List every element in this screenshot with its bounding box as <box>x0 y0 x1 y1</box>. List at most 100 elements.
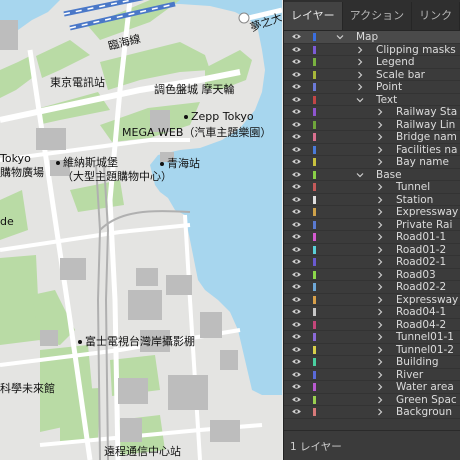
chevron-down-icon[interactable] <box>356 171 364 179</box>
layer-row[interactable]: Green Spac <box>284 394 460 406</box>
chevron-right-icon[interactable] <box>376 371 384 379</box>
chevron-right-icon[interactable] <box>376 221 384 229</box>
visibility-eye-icon[interactable] <box>292 233 301 240</box>
layer-row[interactable]: Clipping masks <box>284 44 460 56</box>
chevron-right-icon[interactable] <box>376 283 384 291</box>
layer-row[interactable]: Tunnel01-1 <box>284 331 460 344</box>
chevron-right-icon[interactable] <box>376 383 384 391</box>
layer-row[interactable]: Base <box>284 169 460 181</box>
chevron-down-icon[interactable] <box>336 33 344 41</box>
layer-row[interactable]: Road03 <box>284 269 460 281</box>
visibility-eye-icon[interactable] <box>292 46 301 53</box>
layer-name: Tunnel01-1 <box>396 331 454 343</box>
chevron-right-icon[interactable] <box>376 258 384 266</box>
visibility-eye-icon[interactable] <box>292 308 301 315</box>
visibility-eye-icon[interactable] <box>292 196 301 203</box>
layer-row[interactable]: Map <box>284 31 460 44</box>
chevron-right-icon[interactable] <box>376 408 384 416</box>
visibility-eye-icon[interactable] <box>292 246 301 253</box>
layer-row[interactable]: River <box>284 368 460 381</box>
chevron-right-icon[interactable] <box>376 158 384 166</box>
visibility-eye-icon[interactable] <box>292 83 301 90</box>
layer-row[interactable]: Road02-2 <box>284 281 460 294</box>
layer-row[interactable]: Tunnel01-2 <box>284 344 460 356</box>
visibility-eye-icon[interactable] <box>292 346 301 353</box>
chevron-right-icon[interactable] <box>356 83 364 91</box>
visibility-eye-icon[interactable] <box>292 121 301 128</box>
chevron-right-icon[interactable] <box>376 196 384 204</box>
chevron-right-icon[interactable] <box>376 183 384 191</box>
visibility-eye-icon[interactable] <box>292 283 301 290</box>
visibility-eye-icon[interactable] <box>292 158 301 165</box>
layer-row[interactable]: Road04-1 <box>284 306 460 319</box>
tab-layers[interactable]: レイヤー <box>284 2 343 30</box>
chevron-right-icon[interactable] <box>376 308 384 316</box>
visibility-eye-icon[interactable] <box>292 408 301 415</box>
visibility-eye-icon[interactable] <box>292 96 301 103</box>
layer-row[interactable]: Private Rai <box>284 219 460 231</box>
visibility-eye-icon[interactable] <box>292 183 301 190</box>
chevron-right-icon[interactable] <box>376 271 384 279</box>
chevron-right-icon[interactable] <box>356 46 364 54</box>
visibility-eye-icon[interactable] <box>292 271 301 278</box>
layer-row[interactable]: Bay name <box>284 156 460 169</box>
visibility-eye-icon[interactable] <box>292 371 301 378</box>
chevron-right-icon[interactable] <box>376 246 384 254</box>
layer-row[interactable]: Facilities na <box>284 144 460 156</box>
layer-row[interactable]: Tunnel <box>284 181 460 194</box>
layer-row[interactable]: Railway Sta <box>284 106 460 119</box>
chevron-right-icon[interactable] <box>376 108 384 116</box>
visibility-eye-icon[interactable] <box>292 296 301 303</box>
visibility-eye-icon[interactable] <box>292 208 301 215</box>
visibility-eye-icon[interactable] <box>292 58 301 65</box>
layer-row[interactable]: Water area <box>284 381 460 394</box>
chevron-right-icon[interactable] <box>356 58 364 66</box>
chevron-right-icon[interactable] <box>356 71 364 79</box>
map-canvas[interactable]: 臨海線 東京電訊站 調色盤城 摩天輪 Zepp Tokyo MEGA WEB（汽… <box>0 0 282 460</box>
layer-name: Building <box>396 356 439 368</box>
visibility-eye-icon[interactable] <box>292 133 301 140</box>
layer-row[interactable]: Road01-2 <box>284 244 460 256</box>
chevron-right-icon[interactable] <box>376 296 384 304</box>
layer-row[interactable]: Point <box>284 81 460 94</box>
visibility-eye-icon[interactable] <box>292 171 301 178</box>
chevron-down-icon[interactable] <box>356 96 364 104</box>
chevron-right-icon[interactable] <box>376 321 384 329</box>
visibility-eye-icon[interactable] <box>292 396 301 403</box>
visibility-eye-icon[interactable] <box>292 358 301 365</box>
chevron-right-icon[interactable] <box>376 121 384 129</box>
visibility-eye-icon[interactable] <box>292 221 301 228</box>
visibility-eye-icon[interactable] <box>292 71 301 78</box>
layer-row[interactable]: Scale bar <box>284 69 460 81</box>
chevron-right-icon[interactable] <box>376 396 384 404</box>
chevron-right-icon[interactable] <box>376 346 384 354</box>
layer-row[interactable]: Legend <box>284 56 460 69</box>
layer-row[interactable]: Road04-2 <box>284 319 460 331</box>
visibility-eye-icon[interactable] <box>292 383 301 390</box>
layer-row[interactable]: Text <box>284 94 460 106</box>
layer-row[interactable]: Building <box>284 356 460 369</box>
visibility-eye-icon[interactable] <box>292 333 301 340</box>
layer-row[interactable]: Road02-1 <box>284 256 460 269</box>
tab-actions[interactable]: アクション <box>343 2 413 30</box>
visibility-eye-icon[interactable] <box>292 146 301 153</box>
chevron-right-icon[interactable] <box>376 333 384 341</box>
layer-row[interactable]: Backgroun <box>284 406 460 419</box>
visibility-eye-icon[interactable] <box>292 258 301 265</box>
tab-links[interactable]: リンク <box>412 2 460 30</box>
chevron-right-icon[interactable] <box>376 133 384 141</box>
layer-row[interactable]: Expressway <box>284 206 460 219</box>
layer-row[interactable]: Station <box>284 194 460 206</box>
layer-row[interactable]: Railway Lin <box>284 119 460 131</box>
layer-row[interactable]: Bridge nam <box>284 131 460 144</box>
layer-row[interactable]: Expressway <box>284 294 460 306</box>
chevron-right-icon[interactable] <box>376 208 384 216</box>
visibility-eye-icon[interactable] <box>292 33 301 40</box>
layer-name: River <box>396 368 424 381</box>
chevron-right-icon[interactable] <box>376 233 384 241</box>
chevron-right-icon[interactable] <box>376 146 384 154</box>
visibility-eye-icon[interactable] <box>292 108 301 115</box>
visibility-eye-icon[interactable] <box>292 321 301 328</box>
chevron-right-icon[interactable] <box>376 358 384 366</box>
layer-row[interactable]: Road01-1 <box>284 231 460 244</box>
